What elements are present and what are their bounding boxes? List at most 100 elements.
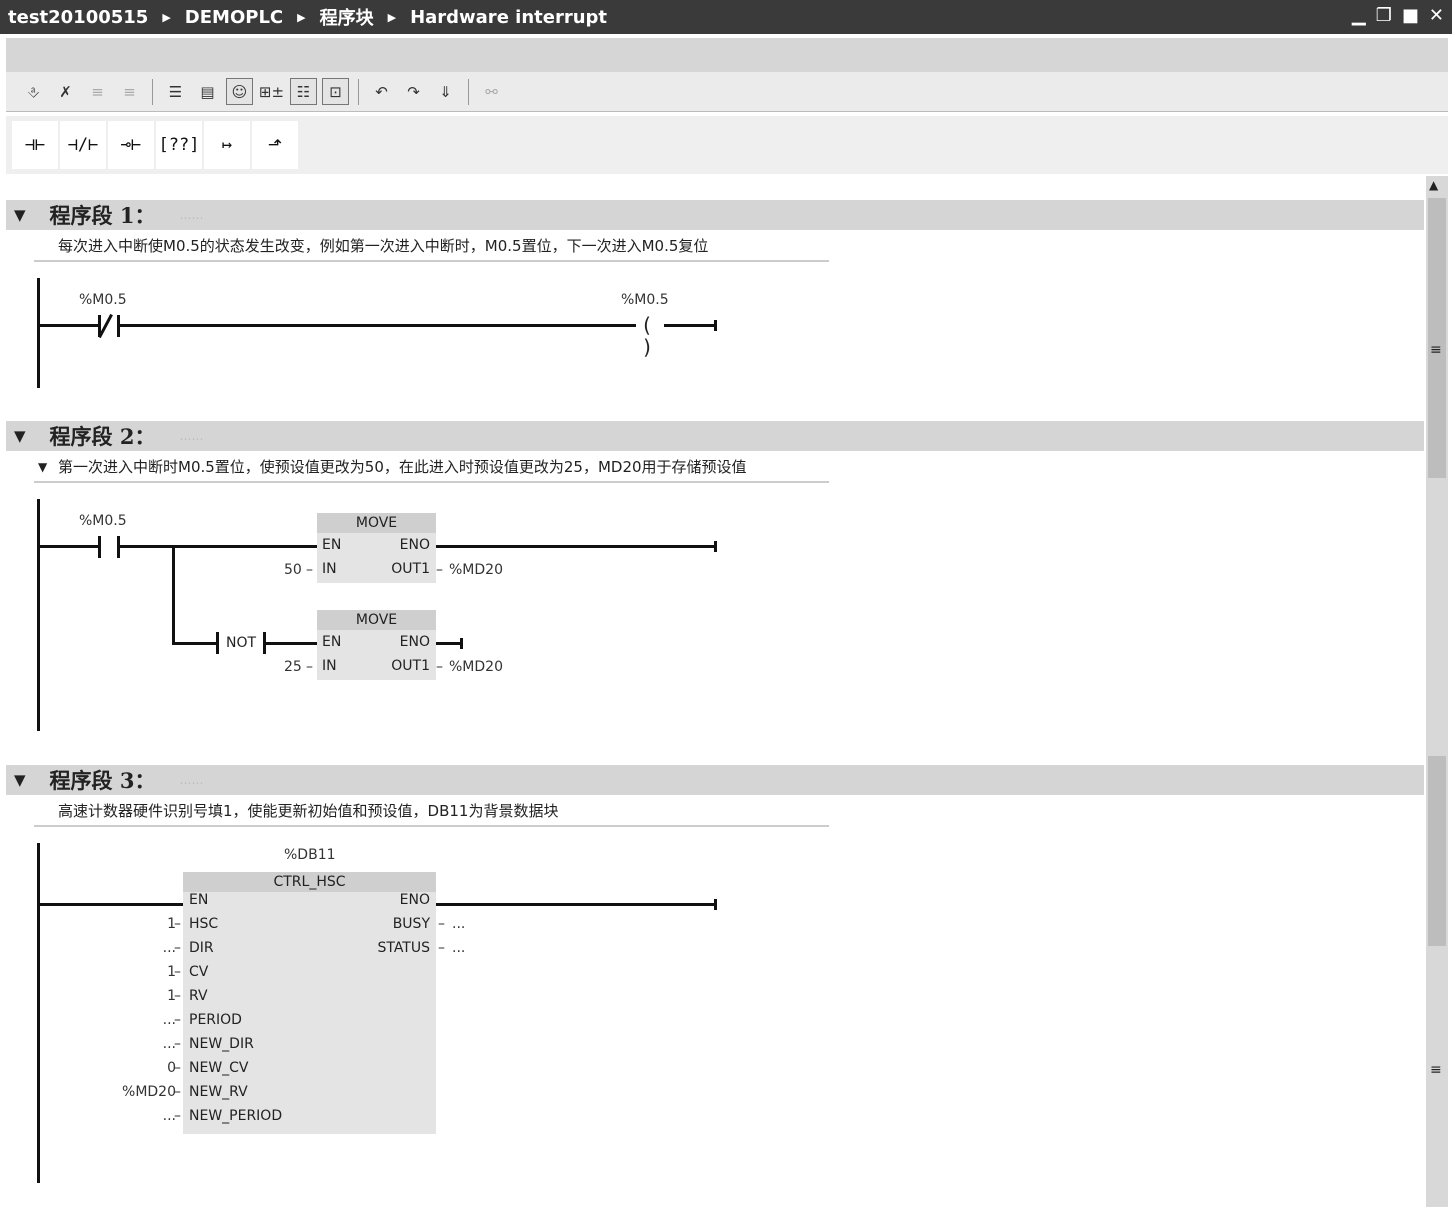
restore-icon[interactable]: ❐ — [1376, 5, 1392, 26]
update-call-icon[interactable]: ⇓ — [432, 78, 459, 105]
normally-open-contact[interactable] — [98, 536, 120, 558]
collapse-icon[interactable]: ▼ — [14, 427, 26, 445]
favorites-icon[interactable]: ⊞± — [258, 78, 285, 105]
move-block[interactable]: MOVE EN ENO IN OUT1 — [317, 513, 436, 583]
pin-out: OUT1 — [391, 658, 430, 674]
pin-dash: – — [306, 562, 313, 578]
previous-error-icon[interactable]: ↶ — [368, 78, 395, 105]
pin-dash: – — [174, 1012, 181, 1028]
branch-wire — [172, 545, 175, 644]
pin-hsc: HSC — [189, 916, 219, 932]
normally-closed-contact[interactable] — [98, 315, 120, 337]
pin-busy: BUSY — [392, 916, 430, 932]
monitor-off-icon[interactable]: ⚯ — [478, 78, 505, 105]
comment-text[interactable]: 第一次进入中断时M0.5置位，使预设值更改为50，在此进入时预设值更改为25，M… — [58, 458, 747, 476]
breadcrumb-separator-icon: ▶ — [162, 10, 171, 24]
network-2-header[interactable]: ▼ 程序段 2： …… — [6, 421, 1424, 451]
pin-in: IN — [322, 658, 337, 674]
scroll-thumb[interactable] — [1428, 756, 1446, 946]
contact-operand[interactable]: %M0.5 — [79, 513, 127, 529]
network-title-placeholder[interactable]: …… — [179, 208, 203, 222]
minimize-icon[interactable]: ▁ — [1352, 5, 1366, 26]
empty-box-icon[interactable]: [??] — [156, 121, 202, 169]
next-error-icon[interactable]: ↷ — [400, 78, 427, 105]
absolute-address-icon[interactable]: ☷ — [290, 78, 317, 105]
delete-network-icon[interactable]: ✗ — [52, 78, 79, 105]
breadcrumb-device[interactable]: DEMOPLC — [185, 7, 283, 28]
coil-icon[interactable]: ⊸⊢ — [108, 121, 154, 169]
collapse-icon[interactable]: ▼ — [14, 771, 26, 789]
grip-icon[interactable]: ≡ — [1430, 342, 1442, 358]
close-icon[interactable]: ✕ — [1429, 5, 1444, 26]
rung-wire — [37, 903, 184, 906]
network-comment[interactable]: ▼ 第一次进入中断时M0.5置位，使预设值更改为50，在此进入时预设值更改为25… — [34, 453, 829, 483]
eno-stub — [436, 642, 462, 645]
toolbar-divider — [358, 78, 359, 105]
network-1-header[interactable]: ▼ 程序段 1： …… — [6, 200, 1424, 230]
out-value[interactable]: %MD20 — [449, 562, 503, 578]
pin-en: EN — [322, 634, 342, 650]
param-value[interactable]: %MD20 — [122, 1084, 176, 1100]
network-title: 程序段 3： — [49, 768, 156, 793]
add-row-icon[interactable]: ≡ — [116, 78, 143, 105]
pin-eno: ENO — [399, 634, 430, 650]
breadcrumb-separator-icon: ▶ — [387, 10, 397, 24]
in-value[interactable]: 50 — [284, 562, 302, 578]
network-comment[interactable]: 高速计数器硬件识别号填1，使能更新初始值和预设值，DB11为背景数据块 — [34, 797, 829, 827]
pin-new-period: NEW_PERIOD — [189, 1108, 283, 1124]
open-branch-icon[interactable]: ↦ — [204, 121, 250, 169]
power-rail — [37, 843, 40, 1183]
collapse-icon[interactable]: ▼ — [14, 206, 26, 224]
pin-dash: – — [438, 916, 445, 932]
maximize-icon[interactable]: ■ — [1402, 5, 1419, 26]
pin-dash: – — [174, 988, 181, 1004]
output-coil[interactable]: ( ) — [636, 314, 664, 358]
rung-wire — [436, 903, 716, 906]
pin-cv: CV — [189, 964, 209, 980]
param-value[interactable]: ... — [452, 916, 465, 932]
close-all-networks-icon[interactable]: ▤ — [194, 78, 221, 105]
breadcrumb-block[interactable]: Hardware interrupt — [410, 7, 607, 28]
out-value[interactable]: %MD20 — [449, 659, 503, 675]
collapse-comment-icon[interactable]: ▼ — [38, 453, 47, 481]
in-value[interactable]: 25 — [284, 659, 302, 675]
pin-dash: – — [174, 916, 181, 932]
pin-dash: – — [436, 659, 443, 675]
move-block[interactable]: MOVE EN ENO IN OUT1 — [317, 610, 436, 680]
close-branch-icon[interactable]: ⬏ — [252, 121, 298, 169]
coil-operand[interactable]: %M0.5 — [621, 292, 669, 308]
breadcrumb-program-blocks[interactable]: 程序块 — [320, 4, 374, 30]
ctrl-hsc-block[interactable]: CTRL_HSC EN HSC DIR CV RV PERIOD NEW_DIR NEW_CV… — [183, 872, 436, 1134]
show-comments-icon[interactable]: ☺ — [226, 78, 253, 105]
param-value[interactable]: ... — [452, 940, 465, 956]
rung-end — [460, 638, 463, 649]
scroll-up-icon[interactable]: ▲ — [1429, 178, 1438, 192]
operand-view-icon[interactable]: ⊡ — [322, 78, 349, 105]
grip-icon[interactable]: ≡ — [1430, 1062, 1442, 1078]
window-controls: ▁ ❐ ■ ✕ — [1352, 5, 1444, 26]
open-all-networks-icon[interactable]: ☰ — [162, 78, 189, 105]
pin-eno: ENO — [399, 892, 430, 908]
rung-end — [714, 899, 717, 910]
network-comment[interactable]: 每次进入中断使M0.5的状态发生改变，例如第一次进入中断时，M0.5置位，下一次… — [34, 232, 829, 262]
network-title-placeholder[interactable]: …… — [179, 429, 203, 443]
scroll-thumb[interactable] — [1428, 198, 1446, 478]
insert-row-icon[interactable]: ≡ — [84, 78, 111, 105]
instance-db[interactable]: %DB11 — [284, 847, 336, 863]
nc-contact-icon[interactable]: ⊣/⊢ — [60, 121, 106, 169]
rung-wire — [436, 545, 716, 548]
ladder-editor: ▼ 程序段 1： …… 每次进入中断使M0.5的状态发生改变，例如第一次进入中断… — [6, 176, 1426, 1207]
insert-network-icon[interactable]: ⎀ — [20, 78, 47, 105]
network-title-placeholder[interactable]: …… — [179, 773, 203, 787]
not-contact[interactable]: NOT — [216, 632, 266, 654]
contact-operand[interactable]: %M0.5 — [79, 292, 127, 308]
pin-dash: – — [436, 562, 443, 578]
network-title: 程序段 2： — [49, 424, 156, 449]
pin-dash: – — [174, 1036, 181, 1052]
network-3-header[interactable]: ▼ 程序段 3： …… — [6, 765, 1424, 795]
vertical-scrollbar[interactable]: ▲ ≡ ≡ — [1426, 176, 1448, 1207]
breadcrumb-project[interactable]: test20100515 — [8, 7, 148, 28]
no-contact-icon[interactable]: ⊣⊢ — [12, 121, 58, 169]
pin-en: EN — [189, 892, 209, 908]
editor-toolbar: ⎀ ✗ ≡ ≡ ☰ ▤ ☺ ⊞± ☷ ⊡ ↶ ↷ ⇓ ⚯ — [6, 72, 1448, 112]
